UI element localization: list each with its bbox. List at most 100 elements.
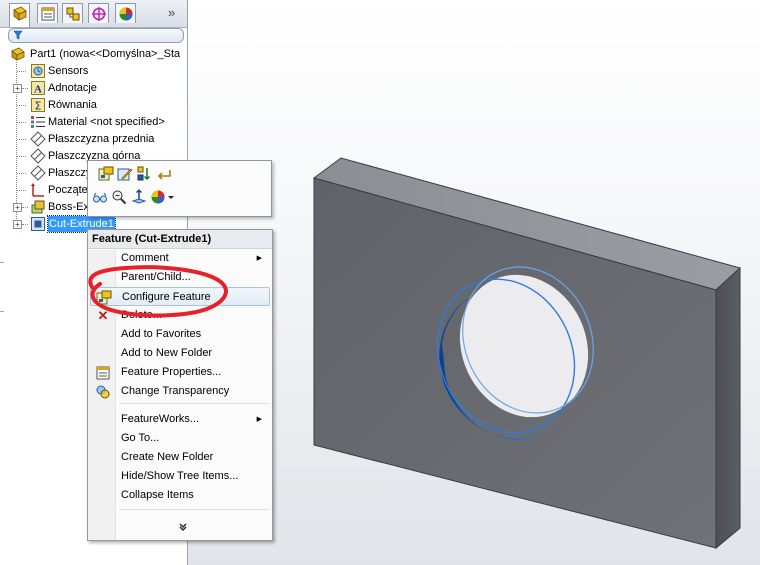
- panel-edge-mark: [0, 311, 4, 312]
- expand-toggle[interactable]: +: [13, 220, 22, 229]
- menu-item-label: Collapse Items: [121, 489, 194, 501]
- toolbar-appearance-button[interactable]: [150, 189, 166, 205]
- menu-separator: [119, 403, 269, 404]
- tree-connector: [17, 190, 26, 191]
- tree-item-label: Począte: [48, 184, 88, 196]
- toolbar-parent-child-button[interactable]: [156, 166, 172, 182]
- annotation-icon: A: [31, 81, 45, 96]
- configure-feature-icon: [96, 290, 112, 305]
- menu-separator: [119, 509, 269, 510]
- featuremanager-icon: [13, 6, 27, 21]
- panel-tab-bar: »: [0, 0, 187, 28]
- part-model[interactable]: [188, 0, 760, 565]
- tree-connector: [17, 122, 26, 123]
- toolbar-view-glasses-button[interactable]: [92, 189, 108, 205]
- menu-item-add-to-new-folder[interactable]: Add to New Folder: [90, 344, 270, 363]
- configure-feature-icon: [98, 166, 114, 181]
- expand-toggle[interactable]: +: [13, 84, 22, 93]
- plane-icon: [30, 165, 46, 181]
- menu-item-collapse-items[interactable]: Collapse Items: [90, 486, 270, 505]
- part-side-face[interactable]: [715, 266, 741, 550]
- tree-connector: [17, 156, 26, 157]
- submenu-arrow-icon: ▶: [256, 255, 262, 262]
- graphics-viewport[interactable]: [188, 0, 760, 565]
- chevron-down-icon: [168, 196, 174, 199]
- rollback-icon: [137, 166, 150, 181]
- filter-icon: [13, 30, 23, 40]
- menu-item-label: Add to New Folder: [121, 347, 213, 359]
- svg-text:A: A: [34, 84, 42, 96]
- menu-item-hide-show-tree-items[interactable]: Hide/Show Tree Items...: [90, 467, 270, 486]
- submenu-arrow-icon: ▶: [256, 416, 262, 423]
- appearance-dropdown-arrow[interactable]: [167, 192, 175, 202]
- menu-item-configure-feature[interactable]: Configure Feature: [90, 287, 270, 306]
- toolbar-normal-to-button[interactable]: [131, 189, 147, 205]
- menu-item-label: FeatureWorks...: [121, 413, 200, 425]
- plane-icon: [30, 131, 46, 147]
- tree-connector: [17, 139, 26, 140]
- tree-root-part[interactable]: Part1 (nowa<<Domyślna>_Sta: [10, 46, 187, 62]
- menu-item-featureworks[interactable]: FeatureWorks... ▶: [90, 410, 270, 429]
- svg-text:Σ: Σ: [35, 100, 42, 113]
- cut-extrude-icon: [31, 217, 45, 231]
- menu-item-label: Go To...: [121, 432, 160, 444]
- menu-item-label: Create New Folder: [121, 451, 214, 463]
- glasses-icon: [93, 192, 107, 203]
- tree-connector: [17, 105, 26, 106]
- configurationmanager-icon: [66, 7, 80, 21]
- tab-configurationmanager[interactable]: [62, 3, 83, 23]
- tab-propertymanager[interactable]: [37, 3, 58, 23]
- tree-connector: [17, 71, 26, 72]
- chevron-double-down-icon: [179, 523, 187, 531]
- feature-context-menu: Feature (Cut-Extrude1) Comment ▶ Parent/…: [87, 229, 273, 541]
- menu-expand-chevron[interactable]: [168, 520, 198, 534]
- tree-connector: [22, 207, 28, 208]
- menu-header: Feature (Cut-Extrude1): [88, 230, 272, 249]
- plane-icon: [30, 148, 46, 164]
- tree-item-label: Równania: [48, 99, 97, 111]
- tree-connector: [22, 88, 28, 89]
- tab-displaymanager[interactable]: [115, 3, 136, 23]
- tab-dimxpert[interactable]: [88, 3, 109, 23]
- menu-item-create-new-folder[interactable]: Create New Folder: [90, 448, 270, 467]
- menu-item-change-transparency[interactable]: Change Transparency: [90, 382, 270, 401]
- expand-toggle[interactable]: +: [13, 203, 22, 212]
- part-icon: [11, 47, 25, 61]
- toolbar-zoom-selection-button[interactable]: [111, 189, 127, 205]
- more-tabs-chevron[interactable]: »: [168, 5, 175, 20]
- menu-item-parent-child[interactable]: Parent/Child...: [90, 268, 270, 287]
- menu-item-label: Hide/Show Tree Items...: [121, 470, 239, 482]
- menu-item-feature-properties[interactable]: Feature Properties...: [90, 363, 270, 382]
- menu-item-delete[interactable]: ✕ Delete...: [90, 306, 270, 325]
- menu-item-label: Change Transparency: [121, 385, 230, 397]
- return-arrow-icon: [157, 170, 171, 180]
- menu-item-label: Add to Favorites: [121, 328, 202, 340]
- tree-item-label: Płaszczyzna przednia: [48, 133, 155, 145]
- toolbar-configure-feature-button[interactable]: [98, 166, 114, 182]
- equations-icon: Σ: [31, 98, 45, 113]
- menu-item-comment[interactable]: Comment ▶: [90, 249, 270, 268]
- edit-feature-icon: [117, 168, 133, 181]
- propertymanager-icon: [41, 7, 55, 21]
- panel-edge-mark: [0, 262, 4, 263]
- menu-item-label: Parent/Child...: [121, 271, 191, 283]
- tree-filter-bar[interactable]: [8, 28, 184, 43]
- dimxpert-icon: [92, 7, 106, 21]
- toolbar-rollback-button[interactable]: [136, 166, 152, 182]
- tree-connector: [17, 173, 26, 174]
- tree-item-label: Sensors: [48, 65, 89, 77]
- context-toolbar: [87, 160, 272, 217]
- transparency-icon: [96, 385, 110, 399]
- appearance-ball-icon: [151, 190, 165, 204]
- displaymanager-icon: [119, 7, 133, 21]
- menu-item-go-to[interactable]: Go To...: [90, 429, 270, 448]
- normal-to-icon: [131, 189, 147, 204]
- material-icon: [31, 116, 45, 128]
- tab-featuremanager[interactable]: [9, 3, 30, 27]
- tree-item-label: Boss-Ex: [48, 201, 89, 213]
- properties-icon: [96, 366, 110, 380]
- boss-extrude-icon: [31, 200, 45, 214]
- menu-item-add-to-favorites[interactable]: Add to Favorites: [90, 325, 270, 344]
- toolbar-edit-feature-button[interactable]: [117, 166, 133, 182]
- origin-icon: [31, 183, 44, 197]
